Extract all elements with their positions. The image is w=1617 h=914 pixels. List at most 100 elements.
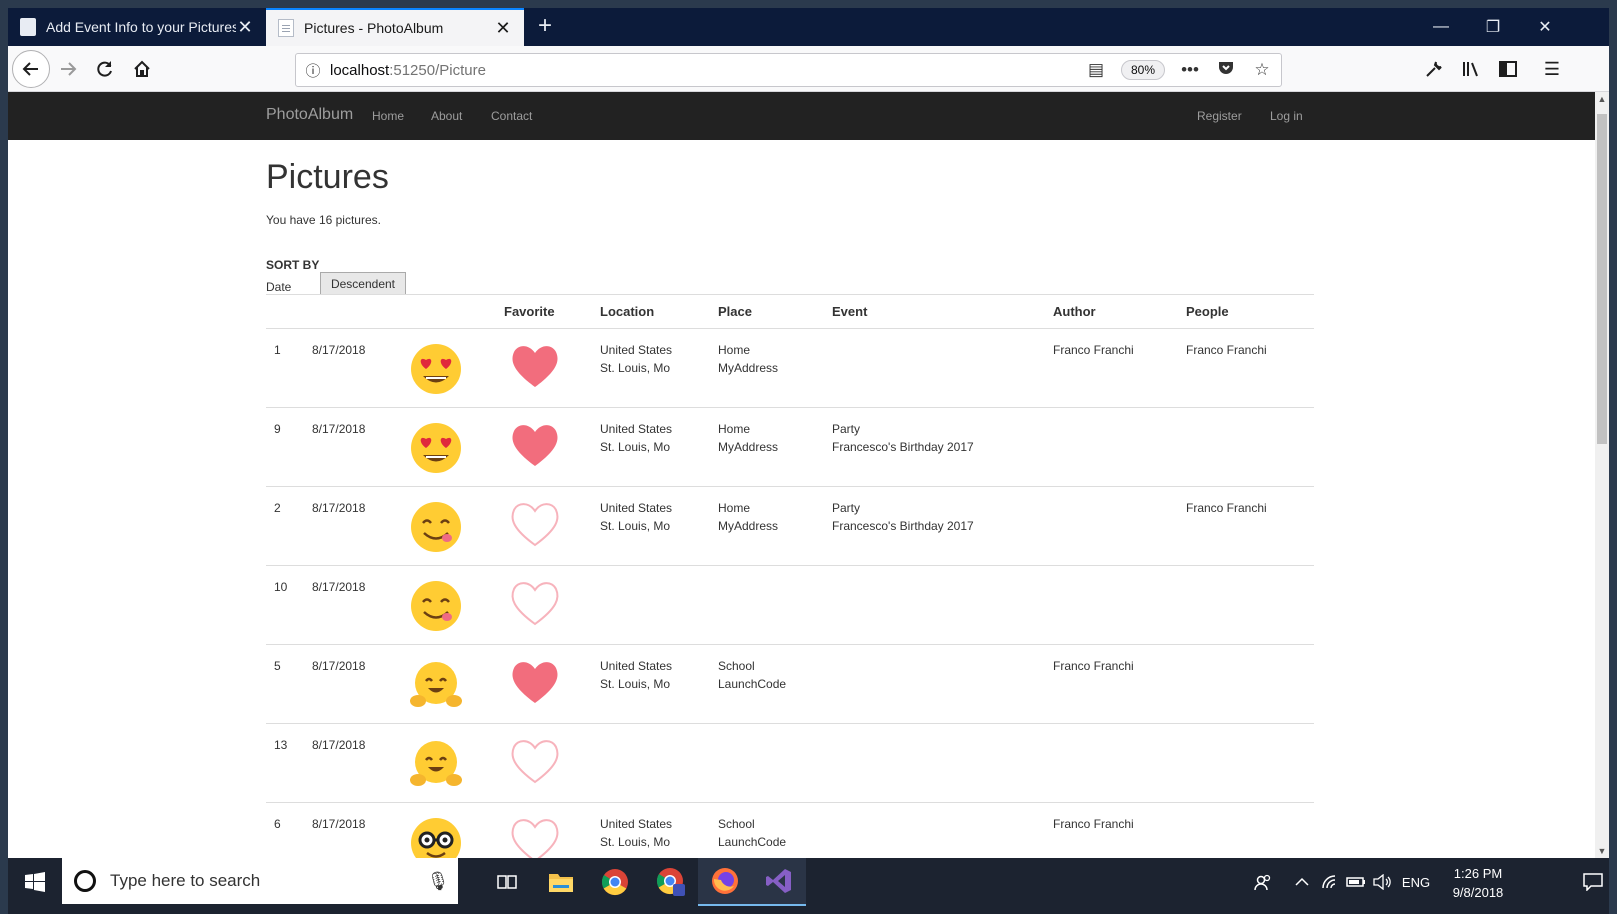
nav-contact[interactable]: Contact: [491, 109, 532, 123]
yum-emoji[interactable]: [408, 578, 464, 634]
picture-date: 8/17/2018: [304, 407, 400, 487]
pocket-icon[interactable]: [1215, 59, 1237, 82]
heart-filled-icon[interactable]: [508, 341, 562, 391]
place-cell: Home MyAddress: [710, 328, 824, 408]
people-icon[interactable]: [1248, 858, 1278, 906]
windows-taskbar: Type here to search 🎙 ENG 1:26 PM 9/8/20…: [8, 858, 1609, 914]
forward-icon[interactable]: [51, 52, 85, 86]
yum-emoji[interactable]: [408, 499, 464, 555]
chevron-up-icon[interactable]: [1290, 858, 1314, 906]
heart-outline-icon[interactable]: [508, 499, 562, 549]
tab-add-event-info[interactable]: Add Event Info to your Pictures ✕: [8, 8, 266, 46]
scroll-down-icon[interactable]: ▼: [1595, 844, 1609, 858]
close-tab-icon[interactable]: ✕: [236, 17, 254, 38]
header-place: Place: [710, 294, 824, 329]
login-link[interactable]: Log in: [1270, 109, 1303, 123]
battery-icon[interactable]: [1344, 858, 1368, 906]
notifications-icon[interactable]: [1578, 858, 1608, 906]
heart-filled-icon[interactable]: [508, 420, 562, 470]
scroll-thumb[interactable]: [1597, 114, 1607, 444]
nav-home[interactable]: Home: [372, 109, 404, 123]
menu-icon[interactable]: ☰: [1535, 52, 1569, 86]
info-icon[interactable]: ⓘ: [296, 60, 330, 81]
brand-link[interactable]: PhotoAlbum: [266, 106, 353, 124]
file-explorer-icon[interactable]: [534, 858, 588, 906]
restore-icon[interactable]: ❐: [1467, 8, 1519, 46]
windows-start-icon[interactable]: [8, 858, 62, 906]
picture-date: 8/17/2018: [304, 486, 400, 566]
event-cell: [824, 565, 1045, 645]
place-name: Home: [718, 422, 751, 436]
people-cell: [1178, 407, 1314, 487]
picture-cell: [400, 328, 496, 408]
tab-strip: Add Event Info to your Pictures ✕ Pictur…: [8, 8, 1609, 46]
heart-outline-icon[interactable]: [508, 578, 562, 628]
zoom-level[interactable]: 80%: [1120, 60, 1165, 80]
page-actions-icon[interactable]: •••: [1179, 60, 1201, 80]
favorite-cell: [496, 723, 592, 803]
table-row: 13 8/17/2018: [266, 723, 1314, 803]
language-indicator[interactable]: ENG: [1398, 858, 1434, 906]
page-scrollbar[interactable]: ▲ ▼: [1595, 92, 1609, 858]
url-text[interactable]: localhost:51250/Picture: [330, 62, 486, 79]
minimize-icon[interactable]: —: [1415, 8, 1467, 46]
visual-studio-icon[interactable]: [752, 858, 806, 906]
location-country: United States: [600, 659, 673, 673]
table-row: 1 8/17/2018 United States St. Louis, Mo Home…: [266, 328, 1314, 408]
location-cell: United States St. Louis, Mo: [592, 644, 710, 724]
heart-filled-icon[interactable]: [508, 657, 562, 707]
tab-pictures[interactable]: Pictures - PhotoAlbum ✕: [266, 8, 524, 46]
register-link[interactable]: Register: [1197, 109, 1242, 123]
author-cell: [1045, 407, 1178, 487]
hug-emoji[interactable]: [408, 657, 464, 713]
library-icon[interactable]: [1454, 52, 1488, 86]
scroll-up-icon[interactable]: ▲: [1595, 92, 1609, 106]
chrome-profile-icon[interactable]: [644, 858, 698, 906]
picture-cell: [400, 802, 496, 858]
sidebar-icon[interactable]: [1491, 52, 1525, 86]
reload-icon[interactable]: [88, 52, 122, 86]
page-title: Pictures: [266, 158, 389, 196]
hug-emoji[interactable]: [408, 736, 464, 792]
event-name: Francesco's Birthday 2017: [832, 519, 974, 533]
favorite-cell: [496, 644, 592, 724]
picture-count: You have 16 pictures.: [266, 213, 381, 227]
task-view-icon[interactable]: [480, 858, 534, 906]
new-tab-icon[interactable]: +: [530, 12, 560, 42]
picture-id: 6: [266, 802, 304, 858]
event-cell: [824, 644, 1045, 724]
wrench-icon[interactable]: [1417, 52, 1451, 86]
close-tab-icon[interactable]: ✕: [494, 18, 512, 39]
wifi-icon[interactable]: [1318, 858, 1342, 906]
microphone-icon[interactable]: 🎙: [418, 871, 458, 892]
url-bar[interactable]: ⓘ localhost:51250/Picture ▤ 80% ••• ☆: [295, 53, 1282, 87]
people-cell: [1178, 802, 1314, 858]
heart-outline-icon[interactable]: [508, 736, 562, 786]
nerd-emoji[interactable]: [408, 815, 464, 858]
event-name: Francesco's Birthday 2017: [832, 440, 974, 454]
taskbar-search[interactable]: Type here to search 🎙: [62, 858, 458, 904]
home-icon[interactable]: [125, 52, 159, 86]
place-address: MyAddress: [718, 361, 779, 375]
firefox-icon[interactable]: [698, 858, 752, 906]
picture-date: 8/17/2018: [304, 644, 400, 724]
bookmark-star-icon[interactable]: ☆: [1251, 60, 1273, 80]
taskbar-clock[interactable]: 1:26 PM 9/8/2018: [1438, 864, 1518, 902]
sort-direction-button[interactable]: Descendent: [320, 272, 406, 295]
heart-eyes-emoji[interactable]: [408, 420, 464, 476]
nav-about[interactable]: About: [431, 109, 462, 123]
heart-eyes-emoji[interactable]: [408, 341, 464, 397]
picture-cell: [400, 407, 496, 487]
header-image: [400, 294, 496, 329]
picture-id: 1: [266, 328, 304, 408]
header-favorite: Favorite: [496, 294, 592, 329]
back-icon[interactable]: [12, 50, 50, 88]
clock-date: 9/8/2018: [1452, 885, 1504, 900]
chrome-icon[interactable]: [588, 858, 642, 906]
heart-outline-icon[interactable]: [508, 815, 562, 858]
reader-view-icon[interactable]: ▤: [1085, 60, 1107, 80]
clock-time: 1:26 PM: [1453, 866, 1503, 881]
event-cell: [824, 802, 1045, 858]
volume-icon[interactable]: [1370, 858, 1394, 906]
close-window-icon[interactable]: ✕: [1519, 8, 1571, 46]
